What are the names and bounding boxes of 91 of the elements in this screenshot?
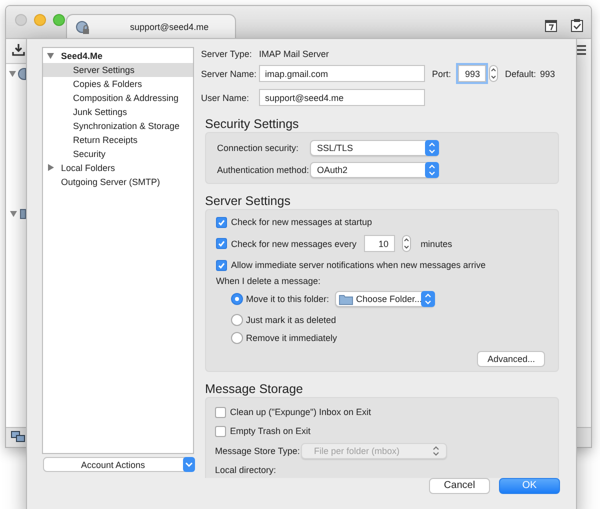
checkbox-label: Check for new messages every — [231, 238, 357, 250]
tree-item[interactable]: Copies & Folders — [43, 77, 193, 91]
expand-triangle-icon[interactable] — [9, 71, 16, 77]
expand-triangle-icon[interactable] — [10, 211, 17, 217]
radio-button[interactable] — [231, 314, 243, 326]
tree-item[interactable]: Security — [43, 147, 193, 161]
tab[interactable]: support@seed4.me — [66, 14, 236, 40]
tree-item[interactable]: Server Settings — [43, 63, 193, 77]
tree-item-label: Return Receipts — [73, 134, 138, 147]
radio-label: Just mark it as deleted — [246, 314, 336, 327]
select-value: Choose Folder... — [356, 293, 422, 306]
download-icon[interactable] — [12, 44, 25, 56]
cancel-button[interactable]: Cancel — [429, 478, 490, 494]
folder-icon — [339, 294, 353, 304]
section-heading: Message Storage — [205, 382, 304, 397]
field-label: Server Name: — [201, 68, 258, 80]
updown-chevron-icon — [432, 445, 440, 457]
port-field[interactable]: 993 — [458, 65, 486, 82]
tree-item-label: Security — [73, 148, 106, 161]
select-field[interactable]: Choose Folder... — [335, 291, 435, 307]
checkbox[interactable] — [215, 406, 226, 418]
updown-chevron-icon[interactable] — [425, 162, 439, 178]
select-field[interactable]: SSL/TLS — [310, 140, 439, 156]
tab-title: support@seed4.me — [130, 20, 209, 34]
check-icon — [217, 218, 226, 226]
checkbox[interactable] — [216, 216, 227, 228]
expanded-triangle-icon[interactable] — [47, 53, 54, 59]
radio-label: Move it to this folder: — [246, 293, 330, 306]
tree-item[interactable]: Return Receipts — [43, 133, 193, 147]
tree-item-label: Seed4.Me — [61, 50, 103, 63]
advanced-button[interactable]: Advanced... — [477, 351, 545, 367]
radio-label: Remove it immediately — [246, 332, 338, 345]
updown-chevron-icon[interactable] — [421, 291, 435, 307]
spinner-control[interactable] — [489, 65, 498, 82]
tree-item[interactable]: Local Folders — [43, 161, 193, 175]
collapsed-triangle-icon[interactable] — [48, 164, 54, 171]
tree-item[interactable]: Outgoing Server (SMTP) — [43, 175, 193, 189]
tree-item-label: Junk Settings — [73, 106, 128, 119]
zoom-button[interactable] — [53, 14, 65, 26]
checkbox[interactable] — [216, 238, 227, 249]
checkbox-label: Clean up ("Expunge") Inbox on Exit — [230, 406, 371, 419]
server-name-field[interactable]: imap.gmail.com — [259, 65, 425, 82]
dropdown-caret-icon[interactable] — [183, 457, 195, 472]
check-icon — [217, 239, 226, 248]
menu-icon[interactable] — [574, 45, 586, 55]
updown-chevron-icon[interactable] — [425, 140, 439, 156]
folder-icon — [20, 209, 26, 219]
select-field[interactable]: OAuth2 — [310, 162, 439, 178]
select-value: OAuth2 — [317, 164, 348, 177]
tree-item[interactable]: Synchronization & Storage — [43, 119, 193, 133]
field-label: Server Type: — [201, 48, 253, 61]
radio-button[interactable] — [231, 332, 243, 344]
checkbox-label: Allow immediate server notifications when new messages arrive — [231, 259, 486, 272]
unit-label: minutes — [420, 238, 452, 250]
network-icon — [11, 431, 25, 443]
tree-item-label: Server Settings — [73, 64, 135, 77]
field-label: Authentication method: — [217, 164, 310, 177]
spinner-control[interactable] — [402, 235, 411, 252]
radio-button[interactable] — [231, 293, 243, 305]
calendar-icon[interactable] — [545, 19, 557, 32]
tree-item-label: Outgoing Server (SMTP) — [61, 176, 160, 189]
default-port-value: 993 — [540, 68, 556, 80]
select-value: SSL/TLS — [317, 142, 354, 155]
user-name-field[interactable]: support@seed4.me — [259, 89, 425, 106]
tree-item-label: Composition & Addressing — [73, 92, 179, 105]
task-icon[interactable] — [571, 19, 583, 32]
checkbox-label: Empty Trash on Exit — [230, 425, 311, 438]
field-label: User Name: — [201, 92, 250, 104]
server-type-value: IMAP Mail Server — [259, 48, 329, 61]
tree-item[interactable]: Seed4.Me — [43, 49, 193, 63]
globe-lock-icon — [76, 20, 90, 34]
field-label: Port: — [432, 68, 452, 80]
interval-field[interactable]: 10 — [364, 235, 395, 252]
field-label: Message Store Type: — [215, 445, 301, 458]
check-icon — [217, 260, 226, 270]
checkbox-label: Check for new messages at startup — [231, 216, 372, 229]
section-heading: Security Settings — [205, 117, 300, 132]
checkbox[interactable] — [216, 260, 227, 270]
select-value: File per folder (mbox) — [314, 445, 400, 458]
account-actions-button[interactable]: Account Actions — [43, 457, 195, 472]
field-label: Local directory: — [215, 464, 278, 477]
tree-item-label: Synchronization & Storage — [73, 120, 180, 133]
tree-item[interactable]: Composition & Addressing — [43, 91, 193, 105]
field-label: Connection security: — [217, 142, 300, 155]
tree-item-label: Copies & Folders — [73, 78, 142, 91]
field-label: Default: — [505, 68, 538, 80]
section-heading: Server Settings — [205, 194, 292, 209]
tree-item[interactable]: Junk Settings — [43, 105, 193, 119]
checkbox[interactable] — [215, 426, 226, 436]
tree-item-label: Local Folders — [61, 162, 116, 175]
field-label: When I delete a message: — [216, 275, 322, 288]
